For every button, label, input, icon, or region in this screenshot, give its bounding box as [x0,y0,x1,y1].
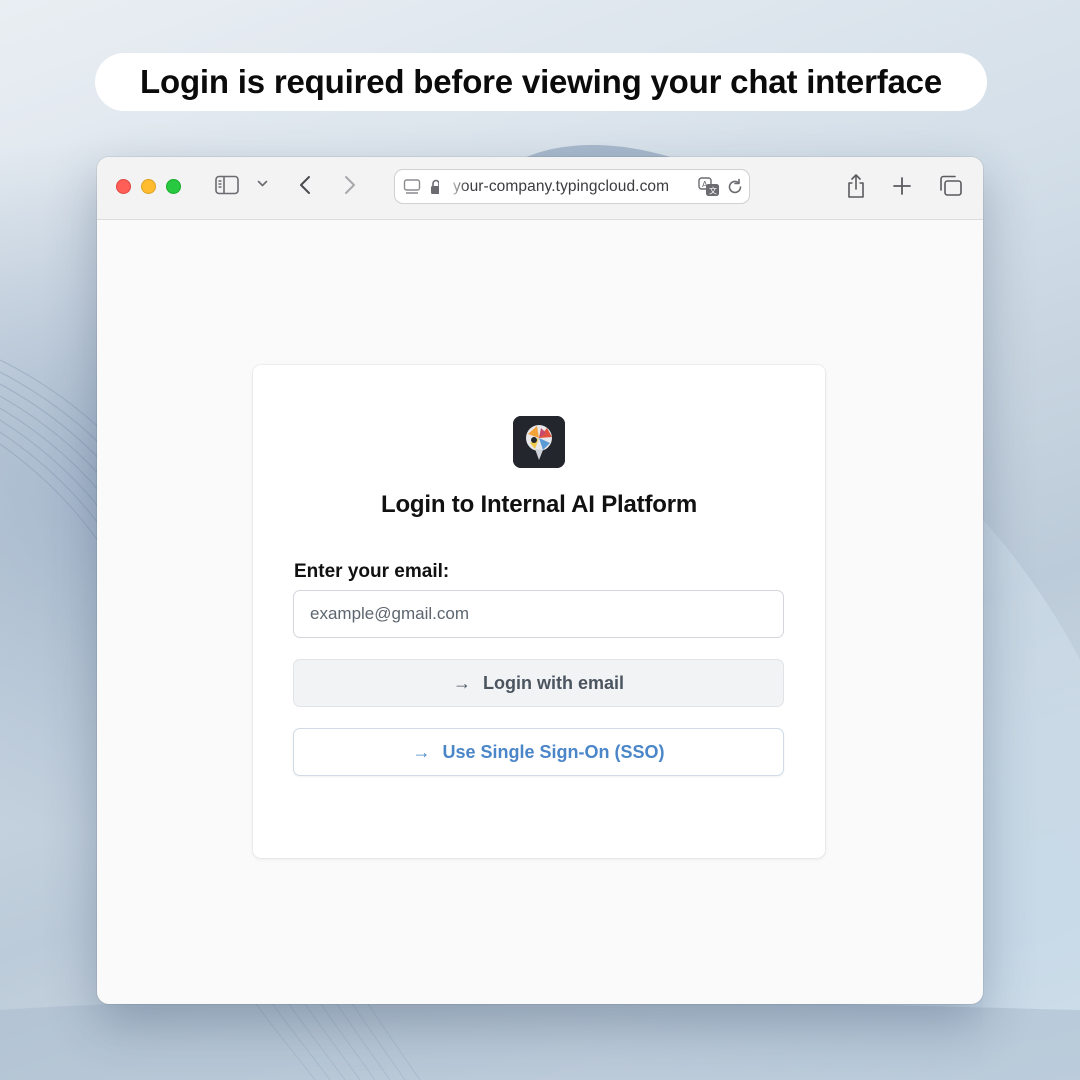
share-icon[interactable] [846,173,866,199]
tabs-icon[interactable] [939,175,963,197]
login-with-email-label: Login with email [482,672,624,693]
browser-window: your-company.typingcloud.com A文 Login to… [97,157,983,1004]
browser-toolbar: your-company.typingcloud.com A文 [97,157,983,220]
sidebar-icon[interactable] [215,175,239,195]
arrow-right-icon: → [412,741,431,762]
reload-icon[interactable] [726,178,744,196]
url-text: your-company.typingcloud.com [453,178,670,195]
sso-button-label: Use Single Sign-On (SSO) [442,741,665,762]
login-card: Login to Internal AI Platform Enter your… [253,365,825,858]
svg-text:文: 文 [709,186,717,196]
back-icon[interactable] [298,175,312,195]
sso-button[interactable]: → Use Single Sign-On (SSO) [293,728,784,776]
close-window-button[interactable] [116,179,131,194]
login-title: Login to Internal AI Platform [381,491,697,518]
address-bar[interactable]: your-company.typingcloud.com A文 [394,169,750,204]
plus-icon[interactable] [892,176,912,196]
forward-icon[interactable] [343,175,357,195]
email-label: Enter your email: [294,561,450,582]
email-input[interactable] [293,590,784,638]
chevron-down-icon[interactable] [257,180,268,188]
zoom-window-button[interactable] [166,179,181,194]
banner-text: Login is required before viewing your ch… [140,63,942,100]
top-banner: Login is required before viewing your ch… [95,53,987,111]
arrow-right-icon: → [452,672,471,693]
page-icon [403,178,421,196]
minimize-window-button[interactable] [141,179,156,194]
platform-logo [513,416,565,468]
translate-icon[interactable]: A文 [698,177,720,197]
login-with-email-button[interactable]: → Login with email [293,659,784,707]
